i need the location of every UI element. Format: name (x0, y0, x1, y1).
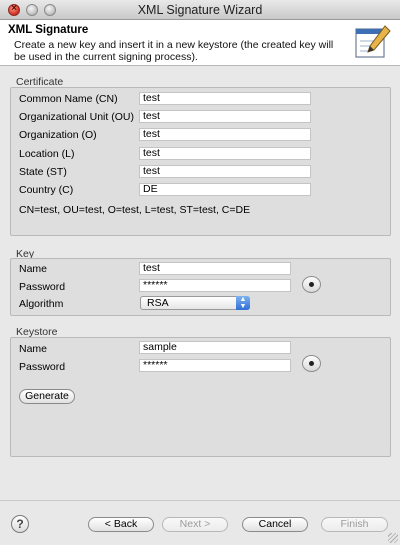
eye-icon (309, 282, 314, 287)
generate-button[interactable]: Generate (19, 389, 75, 404)
organization-input[interactable]: test (139, 128, 311, 141)
eye-icon (309, 361, 314, 366)
keystore-password-input[interactable]: ****** (139, 359, 291, 372)
common-name-label: Common Name (CN) (19, 93, 118, 105)
algorithm-label: Algorithm (19, 298, 64, 310)
state-input[interactable]: test (139, 165, 311, 178)
resize-grip-icon[interactable] (388, 533, 398, 543)
organizational-unit-label: Organizational Unit (OU) (19, 111, 134, 123)
common-name-input[interactable]: test (139, 92, 311, 105)
help-icon[interactable]: ? (11, 515, 29, 533)
algorithm-selected-value: RSA (147, 297, 169, 309)
back-button[interactable]: < Back (88, 517, 154, 532)
keystore-name-label: Name (19, 343, 48, 355)
title-bar: × XML Signature Wizard (0, 0, 400, 20)
algorithm-select[interactable]: RSA ▲ ▼ (140, 296, 250, 310)
distinguished-name-summary: CN=test, OU=test, O=test, L=test, ST=tes… (19, 204, 251, 216)
banner-title: XML Signature (8, 24, 89, 36)
wizard-banner: XML Signature Create a new key and inser… (0, 20, 400, 66)
window-title: XML Signature Wizard (137, 3, 263, 17)
key-name-input[interactable]: test (139, 262, 291, 275)
organizational-unit-input[interactable]: test (139, 110, 311, 123)
key-name-label: Name (19, 263, 48, 275)
keystore-password-label: Password (19, 361, 66, 373)
key-password-label: Password (19, 281, 66, 293)
pen-signature-icon (355, 25, 391, 58)
key-show-password-button[interactable] (302, 276, 321, 293)
finish-button[interactable]: Finish (321, 517, 388, 532)
next-button[interactable]: Next > (162, 517, 228, 532)
state-label: State (ST) (19, 166, 67, 178)
keystore-show-password-button[interactable] (302, 355, 321, 372)
keystore-name-input[interactable]: sample (139, 341, 291, 354)
country-label: Country (C) (19, 184, 74, 196)
location-label: Location (L) (19, 148, 75, 160)
banner-description: Create a new key and insert it in a new … (14, 39, 334, 63)
country-input[interactable]: DE (139, 183, 311, 196)
key-password-input[interactable]: ****** (139, 279, 291, 292)
footer-divider (0, 500, 400, 501)
organization-label: Organization (O) (19, 129, 97, 141)
cancel-button[interactable]: Cancel (242, 517, 308, 532)
location-input[interactable]: test (139, 147, 311, 160)
updown-arrow-icon: ▲ ▼ (236, 296, 250, 310)
